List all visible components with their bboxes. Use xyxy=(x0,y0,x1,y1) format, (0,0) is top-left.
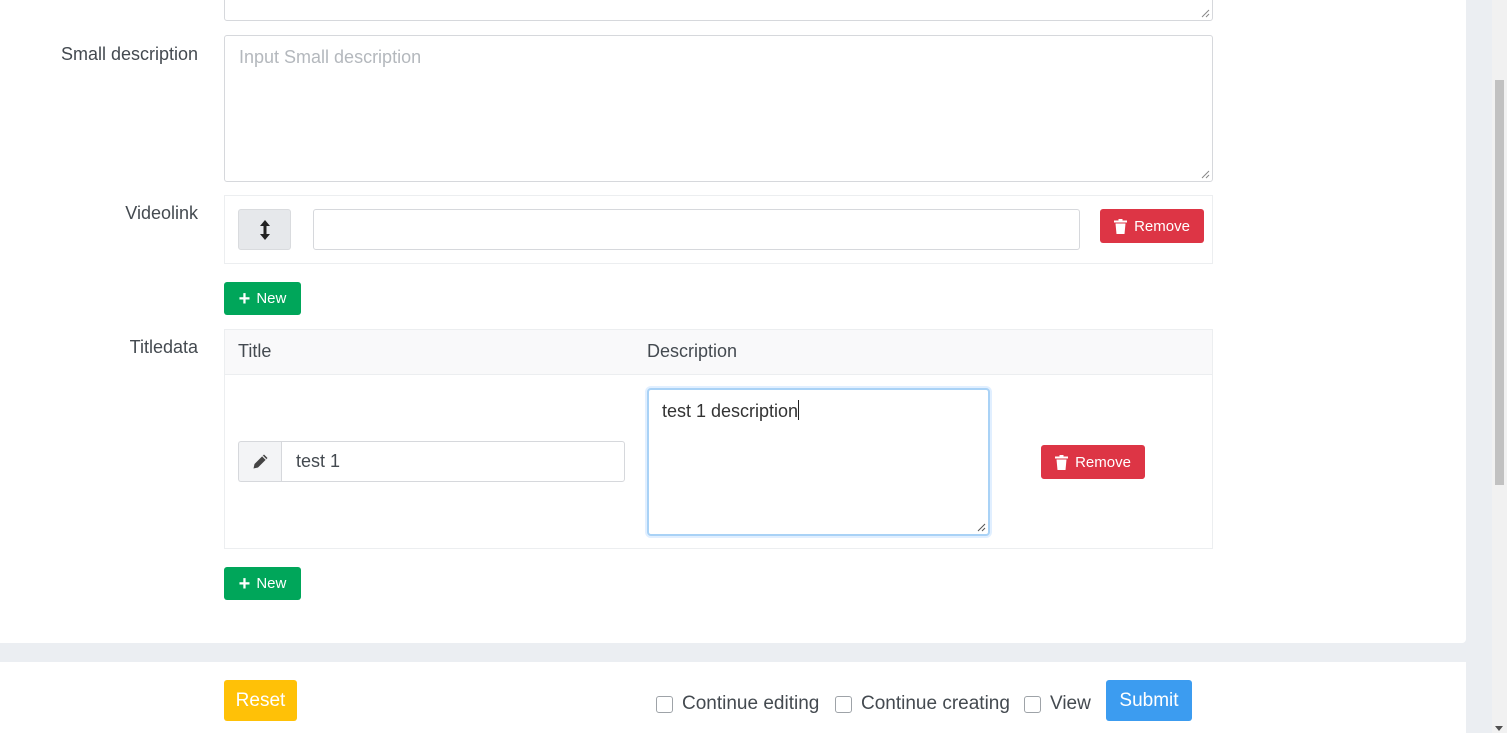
resize-grip-icon[interactable] xyxy=(976,522,986,532)
title-input-prefix xyxy=(238,441,282,482)
resize-grip-icon[interactable] xyxy=(1200,169,1210,179)
new-button-label: New xyxy=(256,290,287,307)
text-caret xyxy=(798,400,800,420)
titledata-remove-button[interactable]: Remove xyxy=(1041,445,1145,479)
trash-icon xyxy=(1055,454,1069,470)
table-header: Title Description xyxy=(225,330,1212,375)
title-input-value: test 1 xyxy=(296,451,341,471)
form-footer: Reset Continue editing Continue creating… xyxy=(0,662,1466,733)
plus-icon: + xyxy=(238,572,251,595)
checkbox-box[interactable] xyxy=(1024,695,1041,713)
videolink-label: Videolink xyxy=(125,203,198,223)
small-description-label: Small description xyxy=(60,44,198,64)
description-textarea[interactable]: test 1 description xyxy=(647,388,990,536)
remove-button-label: Remove xyxy=(1075,453,1131,471)
resize-grip-icon[interactable] xyxy=(1200,8,1210,18)
scrollbar-thumb[interactable] xyxy=(1495,80,1504,485)
drag-handle-button[interactable] xyxy=(238,209,291,250)
column-header-description: Description xyxy=(647,341,738,361)
continue-creating-checkbox[interactable]: Continue creating xyxy=(835,693,1010,715)
scroll-down-arrow-icon[interactable] xyxy=(1495,726,1503,731)
trash-icon xyxy=(1114,218,1128,234)
videolink-remove-button[interactable]: Remove xyxy=(1100,209,1204,243)
submit-button[interactable]: Submit xyxy=(1106,680,1192,721)
videolink-new-button[interactable]: + New xyxy=(224,282,301,315)
pencil-icon xyxy=(253,454,268,469)
column-header-title: Title xyxy=(238,341,272,361)
checkbox-box[interactable] xyxy=(656,695,673,713)
continue-editing-checkbox[interactable]: Continue editing xyxy=(656,693,819,715)
checkbox-label: Continue creating xyxy=(861,693,1010,714)
titledata-label: Titledata xyxy=(129,337,198,357)
vertical-scrollbar[interactable] xyxy=(1492,0,1507,733)
checkbox-box[interactable] xyxy=(835,695,852,713)
arrows-vertical-icon xyxy=(259,219,270,240)
previous-field-textarea[interactable] xyxy=(224,0,1213,21)
plus-icon: + xyxy=(238,287,251,310)
videolink-input[interactable] xyxy=(313,209,1080,250)
description-textarea-value: test 1 description xyxy=(662,401,799,421)
checkbox-label: Continue editing xyxy=(682,693,820,714)
view-checkbox[interactable]: View xyxy=(1024,693,1091,715)
titledata-new-button[interactable]: + New xyxy=(224,567,301,600)
checkbox-label: View xyxy=(1050,693,1091,714)
small-description-textarea[interactable]: Input Small description xyxy=(224,35,1213,182)
titledata-table: Title Description test 1 test 1 descript… xyxy=(224,329,1213,549)
reset-button[interactable]: Reset xyxy=(224,680,297,721)
form-card: Small description Input Small descriptio… xyxy=(0,0,1466,643)
remove-button-label: Remove xyxy=(1134,217,1190,235)
small-description-placeholder: Input Small description xyxy=(239,47,422,67)
videolink-panel: Remove xyxy=(224,195,1213,264)
title-input[interactable]: test 1 xyxy=(281,441,625,482)
new-button-label: New xyxy=(256,575,287,592)
